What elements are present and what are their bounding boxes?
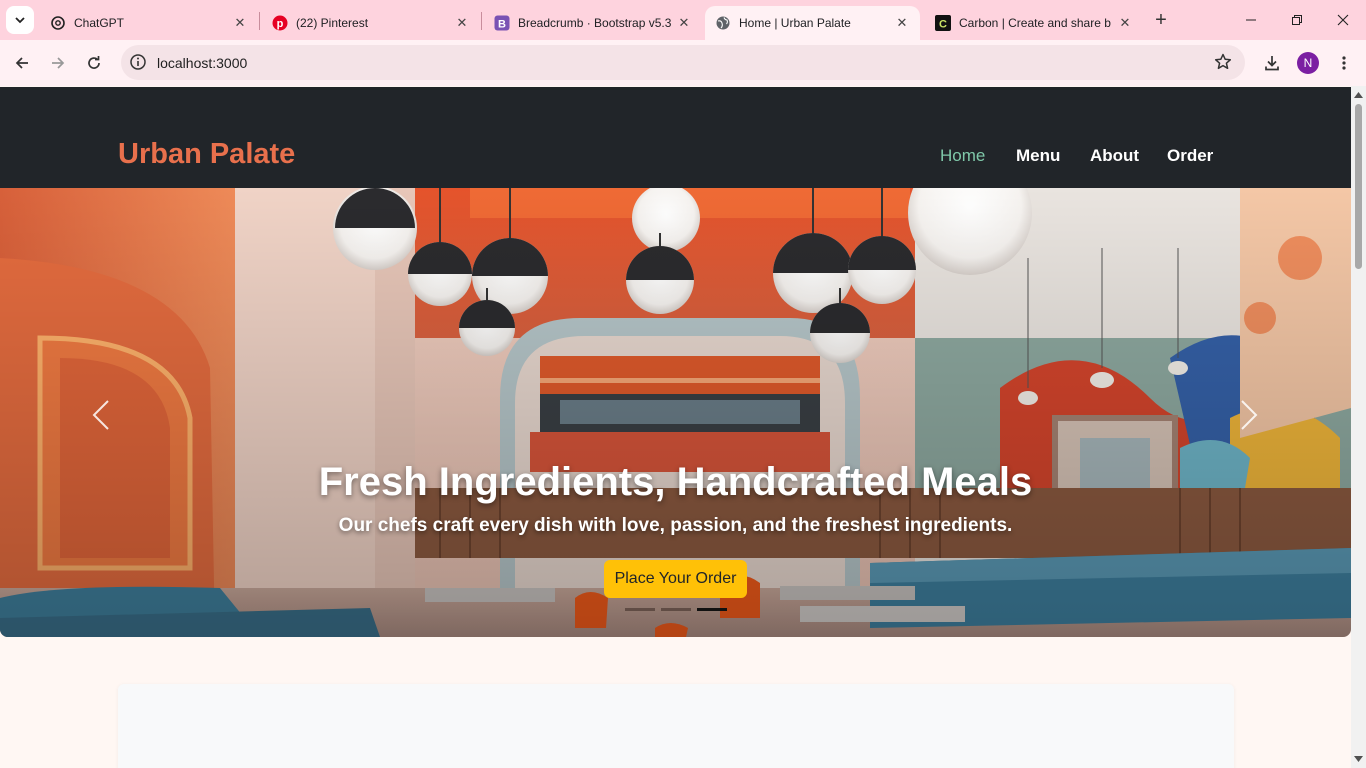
hero-subtitle: Our chefs craft every dish with love, pa… — [338, 515, 1013, 536]
place-order-button[interactable]: Place Your Order — [604, 560, 747, 598]
minimize-button[interactable] — [1228, 0, 1274, 40]
arrow-left-icon — [15, 57, 28, 69]
forward-button[interactable] — [44, 49, 72, 77]
profile-avatar[interactable]: N — [1297, 52, 1319, 74]
svg-text:B: B — [498, 19, 506, 31]
browser-tab-strip: ChatGPT ✕ p (22) Pinterest ✕ B Breadcrum… — [0, 0, 1366, 40]
svg-text:p: p — [277, 18, 284, 30]
page-scrollbar[interactable] — [1351, 86, 1366, 768]
carousel-next-button[interactable] — [1234, 398, 1264, 432]
restore-icon — [1292, 15, 1302, 25]
tab-divider — [481, 12, 482, 30]
tab-divider — [259, 12, 260, 30]
close-window-button[interactable] — [1320, 0, 1366, 40]
carousel-indicator-1[interactable] — [625, 608, 655, 611]
scroll-down-icon[interactable] — [1353, 753, 1364, 764]
close-icon[interactable]: ✕ — [894, 15, 910, 31]
tab-search-button[interactable] — [6, 6, 34, 34]
tab-pinterest[interactable]: p (22) Pinterest ✕ — [262, 6, 480, 40]
pinterest-icon: p — [272, 15, 288, 31]
page-viewport: Urban Palate Home Menu About Order Fresh… — [0, 86, 1351, 768]
arrow-right-icon — [52, 57, 65, 69]
browser-toolbar: localhost:3000 N — [0, 40, 1366, 86]
chevron-down-icon — [15, 17, 25, 24]
reload-button[interactable] — [80, 49, 108, 77]
downloads-button[interactable] — [1258, 49, 1286, 77]
content-card — [118, 684, 1234, 768]
new-tab-button[interactable]: + — [1150, 9, 1172, 31]
carbon-icon: C — [935, 15, 951, 31]
tab-title: Home | Urban Palate — [739, 16, 851, 30]
scroll-up-icon[interactable] — [1353, 89, 1364, 100]
tab-carbon[interactable]: C Carbon | Create and share b ✕ — [925, 6, 1143, 40]
site-info-icon[interactable] — [129, 53, 147, 71]
bootstrap-icon: B — [494, 15, 510, 31]
tab-title: ChatGPT — [74, 16, 125, 30]
chevron-left-icon — [92, 400, 109, 430]
tab-title: (22) Pinterest — [296, 16, 369, 30]
chevron-right-icon — [1241, 400, 1258, 430]
address-bar[interactable]: localhost:3000 — [121, 45, 1245, 80]
carousel-indicator-2[interactable] — [661, 608, 691, 611]
hero-title: Fresh Ingredients, Handcrafted Meals — [318, 460, 1033, 504]
nav-link-home[interactable]: Home — [940, 146, 985, 166]
tab-chatgpt[interactable]: ChatGPT ✕ — [40, 6, 258, 40]
brand-logo[interactable]: Urban Palate — [118, 138, 295, 171]
scrollbar-thumb[interactable] — [1355, 104, 1362, 269]
download-icon — [1265, 56, 1279, 71]
site-navbar: Urban Palate Home Menu About Order — [0, 87, 1351, 188]
tab-bootstrap[interactable]: B Breadcrumb · Bootstrap v5.3 ✕ — [484, 6, 702, 40]
chatgpt-icon — [50, 15, 66, 31]
reload-icon — [88, 56, 100, 69]
carousel-prev-button[interactable] — [86, 398, 116, 432]
close-icon — [1337, 14, 1349, 26]
svg-text:C: C — [939, 19, 947, 31]
globe-icon — [715, 15, 731, 31]
browser-menu-button[interactable] — [1330, 49, 1358, 77]
close-icon[interactable]: ✕ — [232, 15, 248, 31]
more-vertical-icon — [1342, 56, 1346, 70]
tab-title: Carbon | Create and share b — [959, 16, 1111, 30]
back-button[interactable] — [8, 49, 36, 77]
carousel-indicator-3[interactable] — [697, 608, 727, 611]
hero-carousel: Fresh Ingredients, Handcrafted Meals Our… — [0, 188, 1351, 637]
close-icon[interactable]: ✕ — [676, 15, 692, 31]
nav-link-order[interactable]: Order — [1167, 146, 1213, 166]
nav-link-about[interactable]: About — [1090, 146, 1139, 166]
bookmark-star-icon[interactable] — [1213, 52, 1233, 72]
tab-urban-palate[interactable]: Home | Urban Palate ✕ — [705, 6, 920, 40]
minimize-icon — [1246, 19, 1256, 21]
nav-link-menu[interactable]: Menu — [1016, 146, 1060, 166]
close-icon[interactable]: ✕ — [1117, 15, 1133, 31]
restore-button[interactable] — [1274, 0, 1320, 40]
close-icon[interactable]: ✕ — [454, 15, 470, 31]
url-text[interactable]: localhost:3000 — [157, 55, 247, 71]
tab-title: Breadcrumb · Bootstrap v5.3 — [518, 16, 672, 30]
